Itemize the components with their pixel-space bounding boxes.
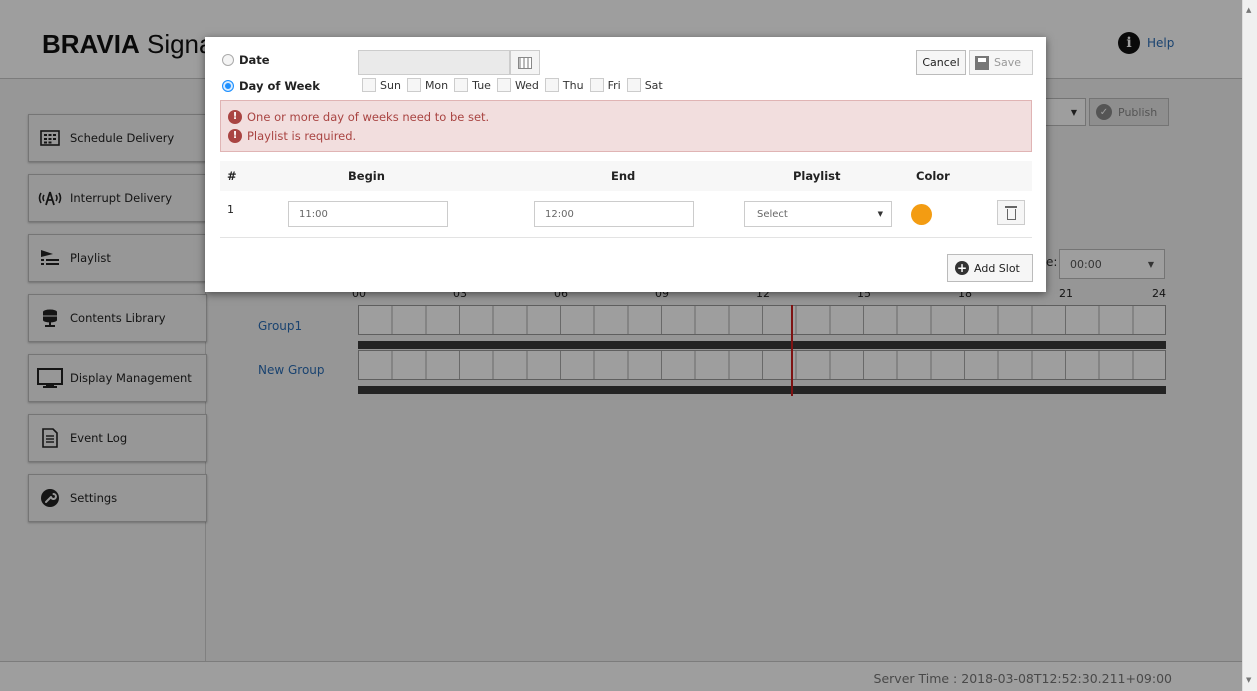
column-header-playlist: Playlist [793,169,841,183]
error-message: ! One or more day of weeks need to be se… [228,107,1024,126]
checkbox[interactable] [589,78,604,92]
day-of-week-radio-label: Day of Week [239,79,320,93]
day-checkbox-thu[interactable]: Thu [544,78,584,92]
date-radio-label: Date [239,53,270,67]
slot-number: 1 [227,203,234,216]
floppy-disk-icon [975,55,989,70]
day-of-week-radio[interactable]: Day of Week [222,79,320,93]
begin-time-input[interactable]: 11:00 [288,201,448,227]
day-label: Thu [562,78,584,92]
plus-circle-icon: + [955,261,969,275]
day-label: Fri [607,78,621,92]
error-text: One or more day of weeks need to be set. [247,109,490,124]
day-checkbox-mon[interactable]: Mon [406,78,449,92]
column-header-num: # [227,169,237,183]
day-label: Wed [514,78,539,92]
column-header-begin: Begin [348,169,385,183]
error-alert: ! One or more day of weeks need to be se… [220,100,1032,152]
radio-button[interactable] [222,80,234,92]
column-header-end: End [611,169,636,183]
delete-slot-button[interactable] [997,200,1025,225]
slot-table-header: # Begin End Playlist Color [220,161,1032,191]
checkbox[interactable] [406,78,421,92]
exclamation-circle-icon: ! [228,128,242,143]
day-checkbox-sat[interactable]: Sat [626,78,663,92]
column-header-color: Color [916,169,950,183]
error-message: ! Playlist is required. [228,126,1024,145]
trash-icon [1004,205,1017,220]
date-radio[interactable]: Date [222,53,270,67]
save-button[interactable]: Save [969,50,1033,75]
add-slot-button[interactable]: + Add Slot [947,254,1033,282]
app-page: BRAVIA Signage i Help Schedule Delivery … [0,0,1242,691]
table-row: 1 11:00 12:00 Select ▼ [220,193,1032,238]
cancel-button[interactable]: Cancel [916,50,966,75]
error-text: Playlist is required. [247,128,357,143]
day-label: Mon [424,78,449,92]
save-label: Save [994,56,1022,69]
checkbox[interactable] [362,78,376,92]
scroll-up-arrow-icon[interactable]: ▲ [1246,6,1251,14]
day-checkbox-tue[interactable]: Tue [454,78,491,92]
checkbox[interactable] [626,78,641,92]
date-input [358,50,510,75]
date-picker-button [510,50,540,75]
day-label: Sat [644,78,663,92]
add-slot-label: Add Slot [974,261,1020,275]
scroll-down-arrow-icon[interactable]: ▼ [1246,676,1251,684]
checkbox[interactable] [454,78,469,92]
slot-color-swatch[interactable] [911,204,932,225]
checkbox[interactable] [544,78,559,92]
slot-editor-dialog: Date Day of Week Sun Mon Tue Wed Thu Fri Sat C… [205,37,1046,292]
checkbox[interactable] [496,78,511,92]
exclamation-circle-icon: ! [228,109,242,124]
day-label: Sun [380,78,401,92]
page-scrollbar[interactable]: ▲ ▼ [1242,0,1257,691]
calendar-icon [518,56,532,69]
chevron-down-icon: ▼ [877,210,883,218]
end-time-input[interactable]: 12:00 [534,201,694,227]
day-checkbox-wed[interactable]: Wed [496,78,539,92]
day-of-week-checkboxes: Sun Mon Tue Wed Thu Fri Sat [362,78,663,92]
day-label: Tue [472,78,491,92]
day-checkbox-sun[interactable]: Sun [362,78,401,92]
radio-button[interactable] [222,54,234,66]
playlist-select[interactable]: Select ▼ [744,201,892,227]
day-checkbox-fri[interactable]: Fri [589,78,621,92]
playlist-select-value: Select [757,208,788,220]
